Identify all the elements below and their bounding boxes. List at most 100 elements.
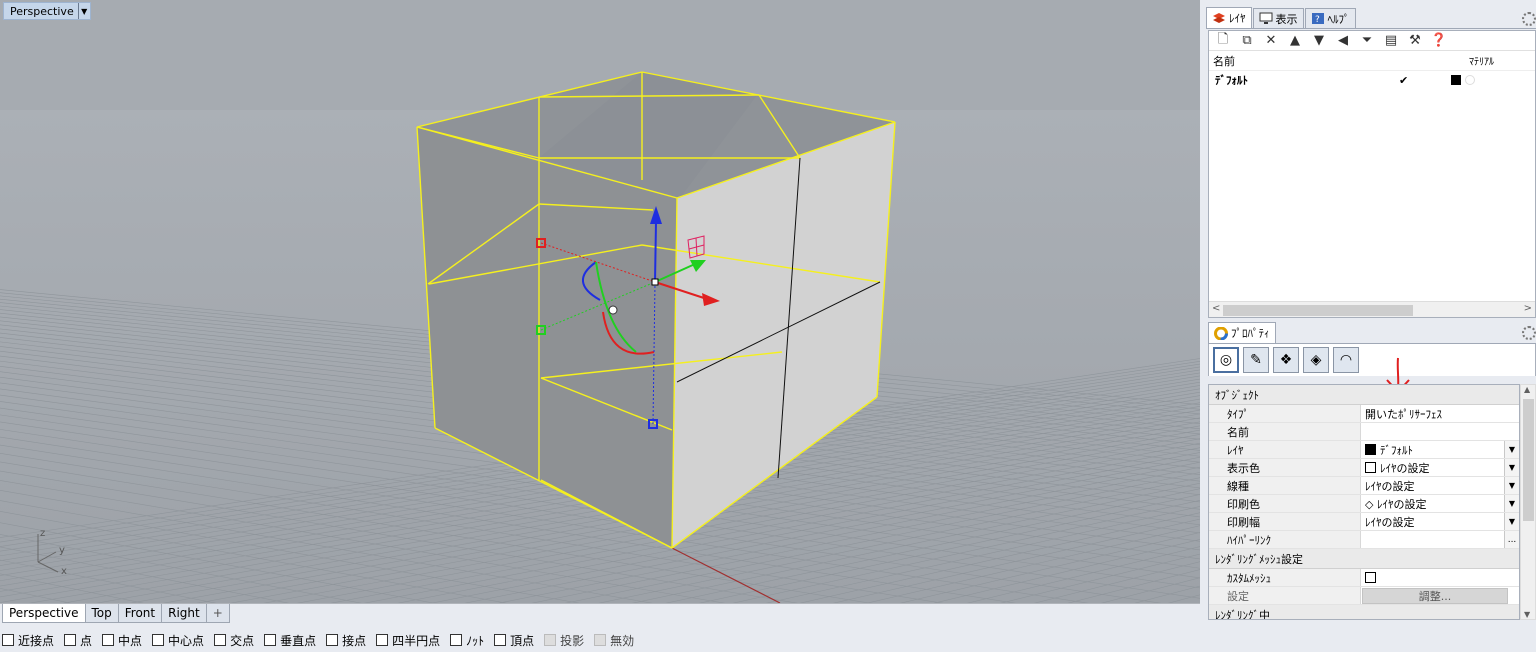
chevron-down-icon[interactable]: ▼ bbox=[1504, 441, 1519, 458]
vertical-scrollbar[interactable]: ▲ ▼ bbox=[1520, 384, 1536, 620]
property-custom-mesh: ｶｽﾀﾑﾒｯｼｭ bbox=[1209, 569, 1519, 587]
name-field[interactable] bbox=[1361, 423, 1519, 440]
move-to-parent-icon[interactable]: ◀ bbox=[1333, 33, 1353, 49]
curvature-icon[interactable]: ◠ bbox=[1333, 347, 1359, 373]
help-circle-icon[interactable]: ❓ bbox=[1429, 33, 1449, 49]
chevron-down-icon[interactable]: ▼ bbox=[1504, 495, 1519, 512]
osnap-perpendicular[interactable]: 垂直点 bbox=[264, 632, 316, 649]
checkbox[interactable] bbox=[214, 634, 227, 646]
delete-layer-icon[interactable]: ✕ bbox=[1261, 33, 1281, 49]
linetype-select[interactable]: ﾚｲﾔの設定 ▼ bbox=[1361, 477, 1519, 494]
osnap-center[interactable]: 中心点 bbox=[152, 632, 204, 649]
display-color-select[interactable]: ﾚｲﾔの設定 ▼ bbox=[1361, 459, 1519, 476]
chevron-down-icon[interactable]: ▼ bbox=[1504, 459, 1519, 476]
chevron-down-icon[interactable]: ▼ bbox=[1504, 513, 1519, 530]
checkbox[interactable] bbox=[152, 634, 165, 646]
scroll-right-icon[interactable]: > bbox=[1524, 303, 1532, 314]
viewport-scene[interactable] bbox=[0, 0, 1200, 603]
scroll-thumb[interactable] bbox=[1223, 305, 1413, 316]
tab-top[interactable]: Top bbox=[84, 604, 119, 623]
checkbox[interactable] bbox=[376, 634, 389, 646]
osnap-point[interactable]: 点 bbox=[64, 632, 92, 649]
layer-toolbar: 🗋 ⧉ ✕ ▲ ▼ ◀ ⏷ ▤ ⚒ ❓ bbox=[1209, 31, 1535, 51]
adjust-button[interactable]: 調整... bbox=[1362, 587, 1508, 604]
osnap-knot[interactable]: ﾉｯﾄ bbox=[450, 632, 484, 649]
checkbox[interactable] bbox=[64, 634, 77, 646]
color-swatch bbox=[1365, 462, 1376, 473]
checkbox[interactable] bbox=[2, 634, 14, 646]
property-key: ﾊｲﾊﾟｰﾘﾝｸ bbox=[1209, 531, 1361, 548]
custom-mesh-checkbox[interactable] bbox=[1365, 572, 1376, 583]
object-properties-icon[interactable]: ◎ bbox=[1213, 347, 1239, 373]
move-up-icon[interactable]: ▲ bbox=[1285, 33, 1305, 49]
decal-icon[interactable]: ◈ bbox=[1303, 347, 1329, 373]
tab-help-label: ﾍﾙﾌﾟ bbox=[1327, 12, 1350, 26]
osnap-tangent[interactable]: 接点 bbox=[326, 632, 366, 649]
scroll-up-icon[interactable]: ▲ bbox=[1524, 385, 1530, 394]
filter-icon[interactable]: ⏷ bbox=[1357, 33, 1377, 49]
viewport-title-button[interactable]: Perspective ▼ bbox=[3, 2, 91, 20]
osnap-quadrant[interactable]: 四半円点 bbox=[376, 632, 440, 649]
chevron-down-icon[interactable]: ▼ bbox=[1504, 477, 1519, 494]
tab-right[interactable]: Right bbox=[161, 604, 207, 623]
column-material[interactable]: ﾏﾃﾘｱﾙ bbox=[1469, 53, 1494, 68]
add-viewport-tab-button[interactable]: + bbox=[205, 604, 230, 623]
tab-front-label: Front bbox=[124, 606, 156, 620]
properties-page-icons: ◎ ✎ ❖ ◈ ◠ bbox=[1208, 344, 1536, 376]
section-render-mesh[interactable]: ﾚﾝﾀﾞﾘﾝｸﾞﾒｯｼｭ設定 bbox=[1209, 549, 1519, 569]
layer-state-icon[interactable]: ▤ bbox=[1381, 33, 1401, 49]
osnap-intersection[interactable]: 交点 bbox=[214, 632, 254, 649]
checkbox[interactable] bbox=[326, 634, 339, 646]
checkbox[interactable] bbox=[102, 634, 115, 646]
osnap-disable[interactable]: 無効 bbox=[594, 632, 634, 649]
checkbox[interactable] bbox=[494, 634, 507, 646]
gear-icon[interactable] bbox=[1522, 12, 1536, 26]
new-layer-icon[interactable]: 🗋 bbox=[1213, 32, 1233, 49]
osnap-bar: 近接点 点 中点 中心点 交点 垂直点 接点 四半円点 ﾉｯﾄ 頂点 投影 無効 bbox=[0, 628, 1536, 652]
viewport-menu-arrow-icon[interactable]: ▼ bbox=[77, 3, 90, 19]
tab-properties[interactable]: ﾌﾟﾛﾊﾟﾃｨ bbox=[1208, 322, 1276, 343]
tab-display[interactable]: 表示 bbox=[1252, 8, 1304, 28]
property-settings: 設定 調整... bbox=[1209, 587, 1519, 605]
texture-mapping-icon[interactable]: ❖ bbox=[1273, 347, 1299, 373]
print-color-select[interactable]: ◇ ﾚｲﾔの設定 ▼ bbox=[1361, 495, 1519, 512]
scroll-down-icon[interactable]: ▼ bbox=[1524, 610, 1530, 619]
horizontal-scrollbar[interactable]: < > bbox=[1209, 301, 1535, 317]
tab-help[interactable]: ? ﾍﾙﾌﾟ bbox=[1304, 8, 1356, 28]
properties-tabs: ﾌﾟﾛﾊﾟﾃｨ bbox=[1208, 322, 1536, 344]
scroll-left-icon[interactable]: < bbox=[1212, 303, 1220, 314]
property-type: ﾀｲﾌﾟ 開いたﾎﾟﾘｻｰﾌｪｽ bbox=[1209, 405, 1519, 423]
layer-material-swatch[interactable] bbox=[1465, 75, 1475, 85]
layer-select[interactable]: ﾃﾞﾌｫﾙﾄ ▼ bbox=[1361, 441, 1519, 458]
hyperlink-field[interactable]: ... bbox=[1361, 531, 1519, 548]
checkbox[interactable] bbox=[594, 634, 607, 646]
new-sublayer-icon[interactable]: ⧉ bbox=[1237, 33, 1257, 49]
layer-color-swatch[interactable] bbox=[1451, 75, 1461, 85]
tab-layers[interactable]: ﾚｲﾔ bbox=[1206, 7, 1252, 28]
move-down-icon[interactable]: ▼ bbox=[1309, 33, 1329, 49]
browse-button[interactable]: ... bbox=[1504, 531, 1519, 548]
gear-icon[interactable] bbox=[1522, 326, 1536, 340]
section-render[interactable]: ﾚﾝﾀﾞﾘﾝｸﾞ中 bbox=[1209, 605, 1519, 619]
custom-mesh-toggle[interactable] bbox=[1361, 569, 1519, 586]
column-name[interactable]: 名前 bbox=[1209, 53, 1235, 69]
checkbox[interactable] bbox=[544, 634, 557, 646]
osnap-midpoint[interactable]: 中点 bbox=[102, 632, 142, 649]
tools-icon[interactable]: ⚒ bbox=[1405, 33, 1425, 49]
current-layer-check[interactable]: ✔ bbox=[1399, 74, 1408, 87]
tab-perspective-label: Perspective bbox=[9, 606, 79, 620]
scroll-thumb[interactable] bbox=[1523, 399, 1534, 521]
osnap-vertex[interactable]: 頂点 bbox=[494, 632, 534, 649]
tab-front[interactable]: Front bbox=[117, 604, 163, 623]
tab-perspective[interactable]: Perspective bbox=[2, 604, 86, 623]
checkbox[interactable] bbox=[264, 634, 277, 646]
osnap-project[interactable]: 投影 bbox=[544, 632, 584, 649]
layer-row[interactable]: ﾃﾞﾌｫﾙﾄ ✔ bbox=[1209, 71, 1535, 89]
checkbox[interactable] bbox=[450, 634, 463, 646]
section-object[interactable]: ｵﾌﾞｼﾞｪｸﾄ bbox=[1209, 385, 1519, 405]
osnap-near[interactable]: 近接点 bbox=[2, 632, 54, 649]
print-width-select[interactable]: ﾚｲﾔの設定 ▼ bbox=[1361, 513, 1519, 530]
tab-properties-label: ﾌﾟﾛﾊﾟﾃｨ bbox=[1231, 327, 1270, 340]
perspective-viewport[interactable]: Perspective ▼ z y x bbox=[0, 0, 1200, 603]
material-icon[interactable]: ✎ bbox=[1243, 347, 1269, 373]
